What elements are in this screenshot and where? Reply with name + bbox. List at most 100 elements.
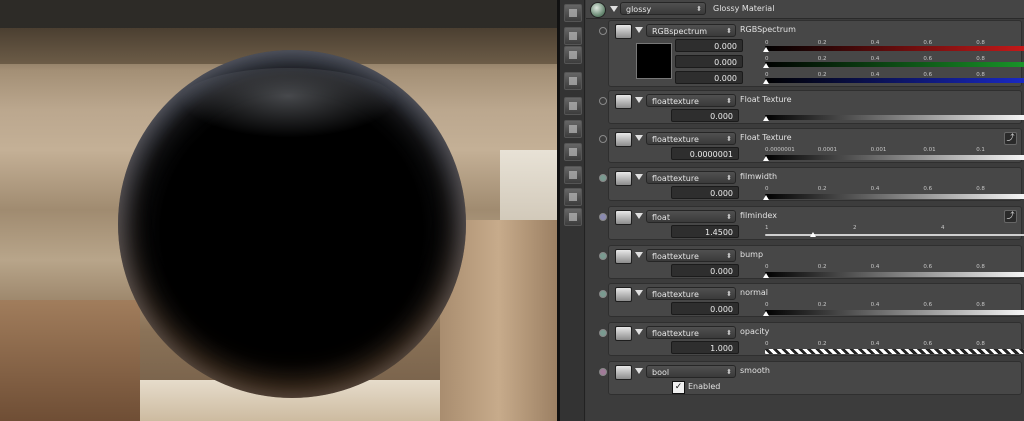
scale-tick-label: 0.4 — [870, 264, 880, 270]
layers-icon[interactable] — [564, 27, 582, 45]
slider-marker[interactable] — [763, 195, 769, 200]
collapse-triangle-icon[interactable] — [610, 6, 618, 12]
enabled-checkbox[interactable]: ✓ — [672, 381, 685, 394]
expand-triangle-icon[interactable] — [635, 290, 643, 296]
connection-dot[interactable] — [599, 135, 607, 143]
texture-type-icon[interactable] — [615, 365, 632, 380]
scale-tick-label: 0.01 — [923, 147, 936, 153]
param-value-field[interactable]: 1.000 — [671, 341, 739, 354]
channel-slider[interactable] — [765, 62, 1024, 67]
expand-triangle-icon[interactable] — [635, 135, 643, 141]
slider-marker[interactable] — [763, 116, 769, 121]
texture-type-icon[interactable] — [615, 326, 632, 341]
select-arrow-icon: ⬍ — [726, 329, 732, 337]
color-swatch[interactable] — [636, 43, 672, 79]
texture-type-icon[interactable] — [615, 210, 632, 225]
filmindex-slider[interactable] — [765, 234, 1024, 236]
curve-icon[interactable]: ⤴ — [1004, 210, 1017, 223]
material-icon[interactable] — [564, 208, 582, 226]
cube-icon[interactable] — [564, 143, 582, 161]
connection-dot[interactable] — [599, 329, 607, 337]
param-type-select[interactable]: floattexture ⬍ — [646, 171, 736, 184]
param-row-normal: floattexture⬍normal0.00000.20.40.60.81 — [608, 283, 1024, 317]
scale-tick-label: 0.2 — [817, 264, 827, 270]
param-value-field[interactable]: 0.000 — [671, 264, 739, 277]
param-value-field[interactable]: 0.000 — [671, 302, 739, 315]
material-preview-icon[interactable] — [590, 2, 606, 18]
plane-icon[interactable] — [564, 120, 582, 138]
material-type-select[interactable]: glossy ⬍ — [620, 2, 706, 15]
channel-value-field[interactable]: 0.000 — [675, 55, 743, 68]
connection-dot[interactable] — [599, 290, 607, 298]
channel-value-field[interactable]: 0.000 — [675, 71, 743, 84]
param-value-field[interactable]: 0.000 — [671, 109, 739, 122]
value-slider[interactable] — [765, 194, 1024, 199]
channel-slider[interactable] — [765, 46, 1024, 51]
connection-dot[interactable] — [599, 97, 607, 105]
value-slider[interactable] — [765, 310, 1024, 315]
slider-marker[interactable] — [810, 232, 817, 237]
slider-marker[interactable] — [763, 311, 769, 316]
expand-triangle-icon[interactable] — [635, 174, 643, 180]
scale-tick-label: 2 — [853, 225, 857, 231]
connection-dot[interactable] — [599, 174, 607, 182]
param-type-select[interactable]: bool ⬍ — [646, 365, 736, 378]
expand-triangle-icon[interactable] — [635, 252, 643, 258]
render-viewport[interactable] — [0, 0, 557, 421]
param-label: Float Texture — [740, 133, 792, 142]
connection-dot[interactable] — [599, 27, 607, 35]
texture-type-icon[interactable] — [615, 24, 632, 39]
param-row-bump: floattexture⬍bump0.00000.20.40.60.81 — [608, 245, 1024, 279]
expand-triangle-icon[interactable] — [635, 329, 643, 335]
slider-marker[interactable] — [763, 63, 769, 68]
render-region-icon[interactable] — [564, 4, 582, 22]
param-label: smooth — [740, 366, 770, 375]
connection-dot[interactable] — [599, 252, 607, 260]
value-slider[interactable] — [765, 115, 1024, 120]
param-type-select[interactable]: floattexture ⬍ — [646, 287, 736, 300]
texture-type-icon[interactable] — [615, 249, 632, 264]
material-type-label: Glossy Material — [713, 4, 775, 13]
param-type-select[interactable]: floattexture ⬍ — [646, 132, 736, 145]
stack-icon[interactable] — [564, 46, 582, 64]
uv-map-icon[interactable] — [564, 188, 582, 206]
param-type-select[interactable]: float ⬍ — [646, 210, 736, 223]
slider-marker[interactable] — [763, 156, 769, 161]
texture-type-icon[interactable] — [615, 94, 632, 109]
expand-triangle-icon[interactable] — [635, 27, 643, 33]
image-icon[interactable] — [564, 72, 582, 90]
curve-icon[interactable]: ⤴ — [1004, 132, 1017, 145]
sphere-reflection — [178, 68, 398, 138]
texture-type-icon[interactable] — [615, 287, 632, 302]
param-label: opacity — [740, 327, 770, 336]
param-type-value: RGBspectrum — [652, 27, 708, 36]
value-slider[interactable] — [765, 272, 1024, 277]
texture-type-icon[interactable] — [615, 132, 632, 147]
param-value-field[interactable]: 0.000 — [671, 186, 739, 199]
value-slider[interactable] — [765, 155, 1024, 160]
param-type-select[interactable]: floattexture ⬍ — [646, 249, 736, 262]
opacity-slider[interactable] — [765, 349, 1024, 354]
scale-tick-label: 0.0000001 — [765, 147, 795, 153]
param-value-field[interactable]: 1.4500 — [671, 225, 739, 238]
expand-triangle-icon[interactable] — [635, 368, 643, 374]
picture-icon[interactable] — [564, 166, 582, 184]
channel-slider[interactable] — [765, 78, 1024, 83]
connection-dot[interactable] — [599, 213, 607, 221]
param-type-select[interactable]: floattexture ⬍ — [646, 94, 736, 107]
connection-dot[interactable] — [599, 368, 607, 376]
slider-marker[interactable] — [763, 273, 769, 278]
param-value-field[interactable]: 0.0000001 — [671, 147, 739, 160]
param-type-select[interactable]: RGBspectrum ⬍ — [646, 24, 736, 37]
scale-tick-label: 0.4 — [870, 302, 880, 308]
slider-marker[interactable] — [763, 47, 769, 52]
param-label: Float Texture — [740, 95, 792, 104]
expand-triangle-icon[interactable] — [635, 213, 643, 219]
brush-icon[interactable] — [564, 97, 582, 115]
expand-triangle-icon[interactable] — [635, 97, 643, 103]
param-type-select[interactable]: floattexture ⬍ — [646, 326, 736, 339]
channel-value-field[interactable]: 0.000 — [675, 39, 743, 52]
select-arrow-icon: ⬍ — [726, 368, 732, 376]
slider-marker[interactable] — [763, 79, 769, 84]
texture-type-icon[interactable] — [615, 171, 632, 186]
